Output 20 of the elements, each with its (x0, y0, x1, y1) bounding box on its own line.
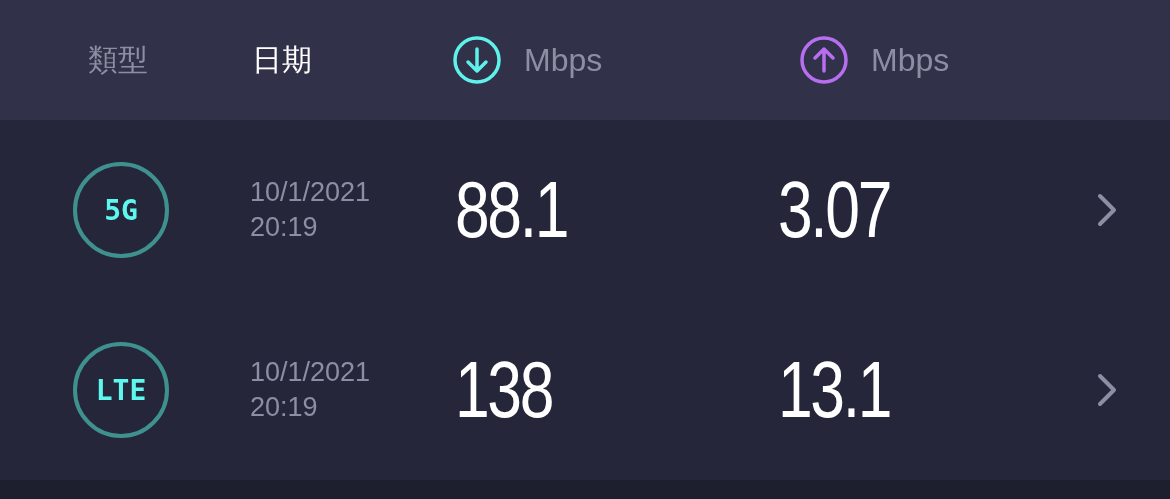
result-row[interactable]: LTE 10/1/2021 20:19 138 13.1 (0, 300, 1170, 480)
download-icon (452, 35, 502, 85)
column-header[interactable]: 類型 (88, 39, 148, 81)
upload-speed: 13.1 (778, 344, 891, 436)
download-speed: 138 (455, 344, 553, 436)
network-badge: LTE (73, 342, 169, 438)
upload-speed: 3.07 (778, 164, 891, 256)
test-time: 20:19 (250, 391, 318, 424)
test-date: 10/1/2021 (250, 176, 371, 209)
chevron-icon (1096, 192, 1118, 228)
chevron-icon (1096, 372, 1118, 408)
column-header[interactable]: Mbps (871, 41, 950, 79)
upload-icon (799, 35, 849, 85)
column-header[interactable]: 日期 (252, 39, 312, 81)
result-row[interactable]: 5G 10/1/2021 20:19 88.1 3.07 (0, 120, 1170, 300)
test-date: 10/1/2021 (250, 356, 371, 389)
download-speed: 88.1 (455, 164, 568, 256)
network-badge: 5G (73, 162, 169, 258)
test-time: 20:19 (250, 211, 318, 244)
column-header[interactable]: Mbps (524, 41, 603, 79)
